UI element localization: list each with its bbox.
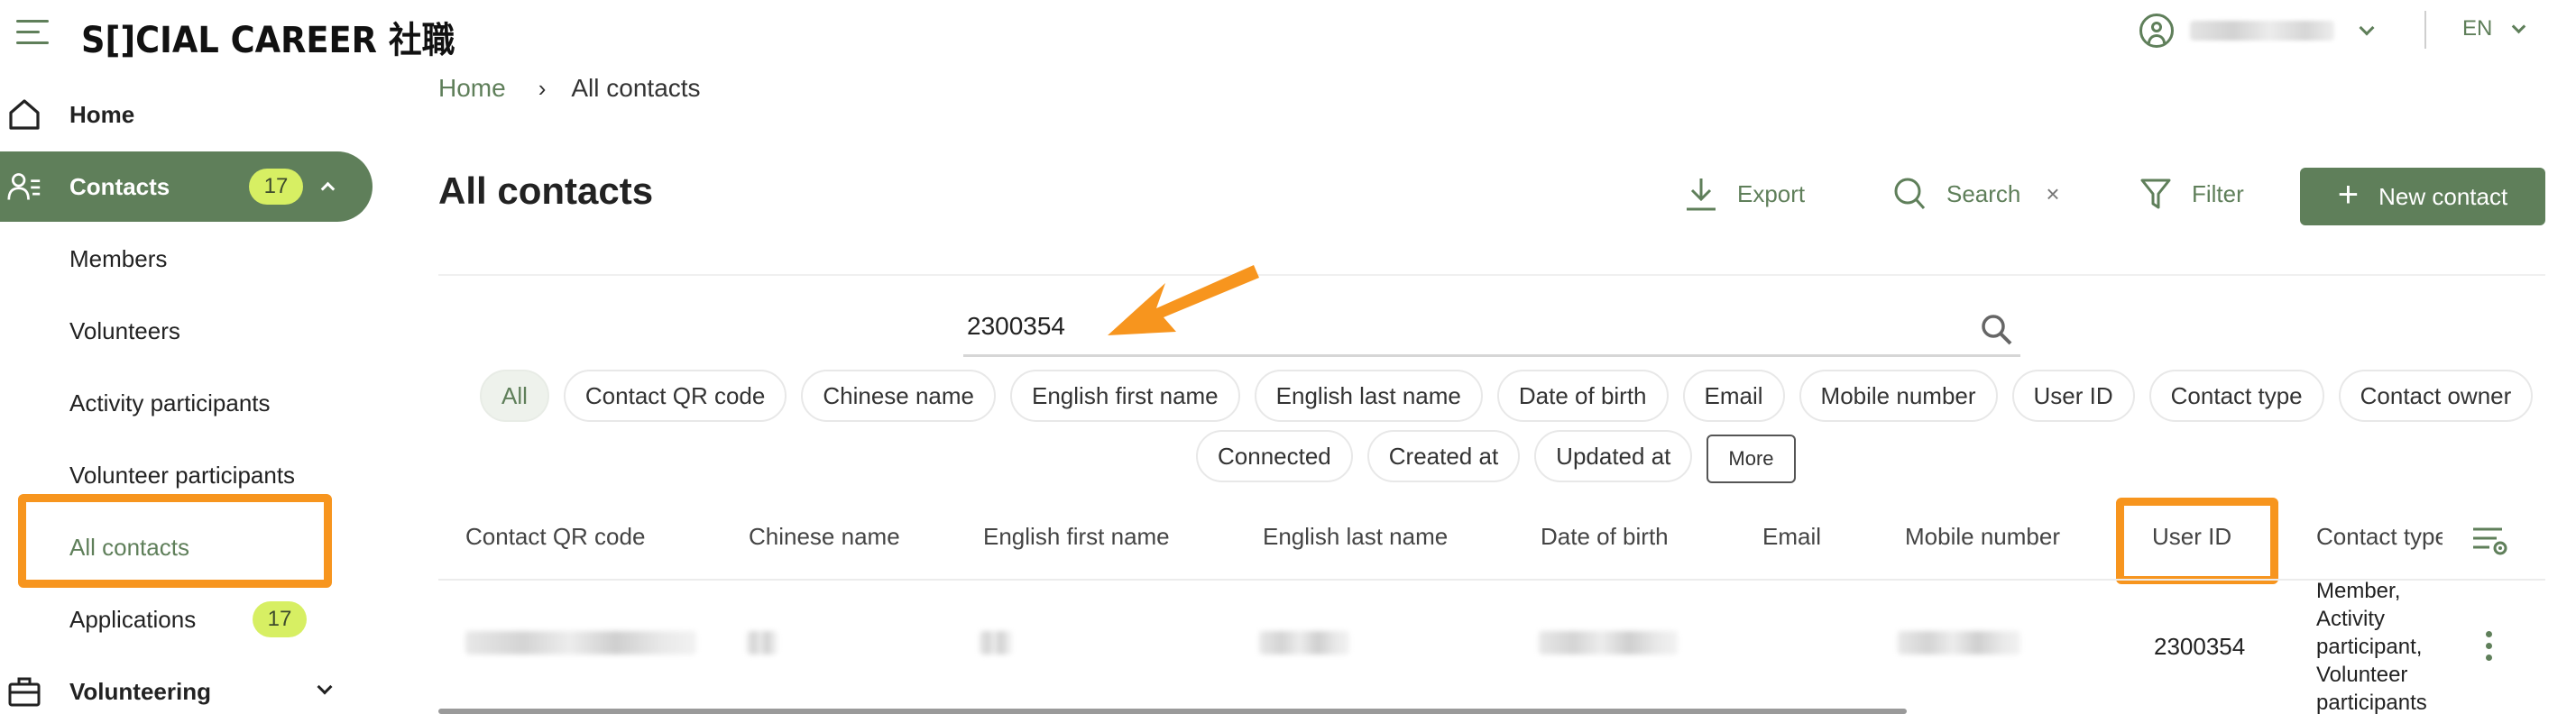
applications-count-badge: 17 — [253, 601, 307, 637]
column-header-date-of-birth[interactable]: Date of birth — [1541, 523, 1669, 551]
briefcase-icon — [8, 677, 41, 707]
redacted-cell-chinese-name — [747, 631, 777, 654]
filter-chip-english-last-name[interactable]: English last name — [1254, 370, 1483, 422]
annotation-arrow — [1108, 265, 1259, 335]
user-avatar-icon — [2139, 14, 2174, 48]
row-actions-icon[interactable] — [2486, 631, 2493, 666]
column-header-english-first-name[interactable]: English first name — [983, 523, 1170, 551]
home-icon — [9, 99, 40, 130]
filter-chip-created-at[interactable]: Created at — [1366, 430, 1521, 482]
filter-chip-updated-at[interactable]: Updated at — [1534, 430, 1693, 482]
language-selector[interactable]: EN — [2462, 16, 2526, 41]
filter-chip-connected[interactable]: Connected — [1196, 430, 1353, 482]
sidebar-item-volunteering[interactable]: Volunteering — [0, 656, 373, 714]
search-icon[interactable] — [1979, 312, 2015, 348]
column-header-contact-qr-code[interactable]: Contact QR code — [465, 523, 645, 551]
search-input-value: 2300354 — [967, 312, 1066, 340]
filter-chip-row-2: Connected Created at Updated at More — [1196, 429, 1796, 483]
divider — [438, 274, 2545, 276]
sidebar-item-volunteers[interactable]: Volunteers — [0, 296, 373, 366]
sidebar-item-contacts[interactable]: Contacts 17 — [0, 151, 373, 222]
breadcrumb-separator: › — [538, 74, 547, 102]
sidebar-item-volunteer-participants[interactable]: Volunteer participants — [0, 440, 373, 510]
filter-chip-row-1: All Contact QR code Chinese name English… — [480, 370, 2547, 422]
breadcrumb-home[interactable]: Home — [438, 74, 506, 103]
column-header-user-id[interactable]: User ID — [2152, 523, 2231, 551]
filter-chip-chinese-name[interactable]: Chinese name — [801, 370, 996, 422]
cell-user-id: 2300354 — [2154, 633, 2246, 660]
breadcrumb: Home › All contacts — [438, 74, 701, 103]
page-title: All contacts — [438, 169, 654, 212]
search-button[interactable]: Search × — [1892, 171, 2060, 216]
column-header-email[interactable]: Email — [1762, 523, 1821, 551]
contacts-icon — [7, 173, 41, 200]
plus-icon: + — [2337, 175, 2360, 215]
column-header-chinese-name[interactable]: Chinese name — [749, 523, 900, 551]
column-header-mobile-number[interactable]: Mobile number — [1905, 523, 2060, 551]
redacted-cell-mobile — [1898, 631, 2020, 654]
table-header-divider — [438, 579, 2545, 581]
column-header-contact-type[interactable]: Contact type — [2316, 523, 2443, 551]
clear-search-icon[interactable]: × — [2046, 180, 2059, 208]
horizontal-scrollbar[interactable] — [438, 709, 1907, 714]
column-settings-icon[interactable] — [2471, 523, 2511, 559]
cell-contact-type: Member, Activity participant, Volunteer … — [2316, 579, 2427, 714]
sidebar-item-home[interactable]: Home — [0, 79, 373, 150]
export-button[interactable]: Export — [1685, 171, 1805, 216]
new-contact-button[interactable]: + New contact — [2300, 168, 2545, 225]
filter-chip-date-of-birth[interactable]: Date of birth — [1496, 370, 1669, 422]
filter-chip-contact-owner[interactable]: Contact owner — [2338, 370, 2534, 422]
more-filters-button[interactable]: More — [1707, 435, 1796, 483]
filter-button[interactable]: Filter — [2139, 171, 2244, 216]
user-name-redacted — [2190, 21, 2334, 41]
sidebar-item-members[interactable]: Members — [0, 224, 373, 294]
breadcrumb-current: All contacts — [571, 74, 701, 102]
language-label: EN — [2462, 16, 2493, 41]
filter-chip-contact-type[interactable]: Contact type — [2148, 370, 2324, 422]
chevron-down-icon — [317, 679, 333, 695]
divider — [2424, 11, 2426, 49]
filter-chip-mobile-number[interactable]: Mobile number — [1799, 370, 1998, 422]
redacted-cell-last-name — [1259, 631, 1349, 654]
user-menu[interactable] — [2139, 13, 2375, 49]
redacted-cell-dob — [1539, 631, 1678, 654]
column-header-english-last-name[interactable]: English last name — [1263, 523, 1448, 551]
chevron-down-icon — [2512, 19, 2526, 33]
app-logo: S[]CIAL CAREER 社職 — [81, 20, 455, 61]
filter-chip-english-first-name[interactable]: English first name — [1010, 370, 1240, 422]
download-icon — [1687, 178, 1716, 211]
filter-chip-all[interactable]: All — [480, 370, 549, 422]
filter-chip-email[interactable]: Email — [1682, 370, 1785, 422]
chevron-down-icon — [2359, 20, 2375, 36]
redacted-cell-qr — [465, 631, 696, 654]
filter-chip-contact-qr-code[interactable]: Contact QR code — [563, 370, 787, 422]
redacted-cell-first-name — [980, 631, 1012, 654]
search-icon — [1894, 178, 1926, 209]
sidebar-item-all-contacts[interactable]: All contacts — [0, 512, 373, 582]
filter-chip-user-id[interactable]: User ID — [2011, 370, 2135, 422]
filter-icon — [2140, 178, 2171, 209]
contacts-count-badge: 17 — [249, 169, 303, 205]
menu-icon[interactable] — [16, 18, 49, 45]
chevron-up-icon — [320, 181, 336, 197]
sidebar-item-activity-participants[interactable]: Activity participants — [0, 368, 373, 438]
sidebar-item-applications[interactable]: Applications 17 — [0, 584, 373, 654]
